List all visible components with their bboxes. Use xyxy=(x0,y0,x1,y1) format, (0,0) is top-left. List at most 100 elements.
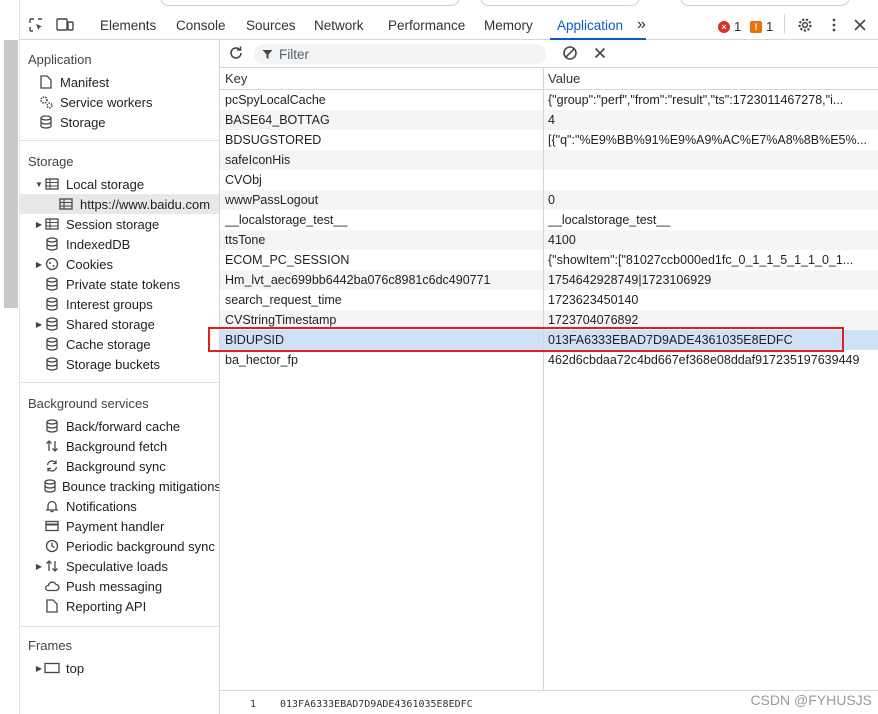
browser-tab-edge xyxy=(160,0,460,6)
sidebar-item-label: Storage buckets xyxy=(66,356,160,372)
file-icon xyxy=(44,598,60,614)
tab-elements[interactable]: Elements xyxy=(100,18,156,33)
database-icon xyxy=(44,478,56,494)
sidebar-item-interest-groups[interactable]: Interest groups xyxy=(20,294,219,314)
sidebar-item-back-forward-cache[interactable]: Back/forward cache xyxy=(20,416,219,436)
column-header-value[interactable]: Value xyxy=(548,71,580,86)
section-title-background-services: Background services xyxy=(28,396,149,411)
expand-arrow-icon[interactable]: ▶ xyxy=(34,562,44,571)
sidebar-item-label: https://www.baidu.com xyxy=(80,196,211,212)
cell-key: BDSUGSTORED xyxy=(225,133,322,147)
table-row[interactable]: ba_hector_fp 462d6cbdaa72c4bd667ef368e08d… xyxy=(220,350,878,370)
settings-gear-icon[interactable] xyxy=(797,17,813,33)
database-icon xyxy=(44,276,60,292)
sidebar-item-label: IndexedDB xyxy=(66,236,131,252)
more-tabs-chevron-icon[interactable]: » xyxy=(637,16,646,34)
sidebar-item-label: Storage xyxy=(60,114,106,130)
sidebar-item-service-workers[interactable]: Service workers xyxy=(20,92,219,112)
sidebar-item-frame-top[interactable]: ▶ top xyxy=(20,658,219,678)
table-row[interactable]: ttsTone 4100 xyxy=(220,230,878,250)
tab-performance[interactable]: Performance xyxy=(388,18,465,33)
clear-all-icon[interactable] xyxy=(562,45,578,64)
devtools-tabbar: Elements Console Sources Network Perform… xyxy=(20,0,878,40)
sidebar-item-background-fetch[interactable]: Background fetch xyxy=(20,436,219,456)
table-row[interactable]: __localstorage_test__ __localstorage_test… xyxy=(220,210,878,230)
table-row[interactable]: search_request_time 1723623450140 xyxy=(220,290,878,310)
sidebar-item-push-messaging[interactable]: Push messaging xyxy=(20,576,219,596)
sidebar-item-reporting-api[interactable]: Reporting API xyxy=(20,596,219,616)
sidebar-item-periodic-background-sync[interactable]: Periodic background sync xyxy=(20,536,219,556)
database-icon xyxy=(44,418,60,434)
cell-key: Hm_lvt_aec699bb6442ba076c8981c6dc490771 xyxy=(225,273,491,287)
filter-placeholder: Filter xyxy=(279,46,309,62)
sidebar-item-label: Bounce tracking mitigations xyxy=(62,478,220,494)
sidebar-item-label: Cookies xyxy=(66,256,113,272)
sidebar-item-cache-storage[interactable]: Cache storage xyxy=(20,334,219,354)
sidebar-item-label: top xyxy=(66,660,85,676)
sidebar-item-speculative-loads[interactable]: ▶ Speculative loads xyxy=(20,556,219,576)
tab-application[interactable]: Application xyxy=(557,18,623,33)
sidebar-item-private-state-tokens[interactable]: Private state tokens xyxy=(20,274,219,294)
warning-icon: ! xyxy=(750,20,762,33)
sidebar-item-cookies[interactable]: ▶ Cookies xyxy=(20,254,219,274)
warnings-counter[interactable]: ! 1 xyxy=(750,19,773,34)
sidebar-item-storage-buckets[interactable]: Storage buckets xyxy=(20,354,219,374)
column-divider[interactable] xyxy=(543,68,544,690)
database-icon xyxy=(44,236,60,252)
sidebar-item-label: Speculative loads xyxy=(66,558,168,574)
device-toolbar-icon[interactable] xyxy=(56,17,74,33)
sidebar-item-shared-storage[interactable]: ▶ Shared storage xyxy=(20,314,219,334)
inspect-element-icon[interactable] xyxy=(28,17,44,33)
refresh-icon[interactable] xyxy=(228,45,244,64)
table-row[interactable]: Hm_lvt_aec699bb6442ba076c8981c6dc490771 1… xyxy=(220,270,878,290)
table-row[interactable]: safeIconHis xyxy=(220,150,878,170)
cell-value: __localstorage_test__ xyxy=(548,213,671,227)
sidebar-item-local-storage[interactable]: ▼ Local storage xyxy=(20,174,219,194)
section-divider xyxy=(20,140,219,141)
sidebar-item-label: Session storage xyxy=(66,216,160,232)
sidebar-item-indexeddb[interactable]: IndexedDB xyxy=(20,234,219,254)
sidebar-item-notifications[interactable]: Notifications xyxy=(20,496,219,516)
cell-key: CVStringTimestamp xyxy=(225,313,337,327)
table-row[interactable]: ECOM_PC_SESSION {"showItem":["81027ccb000… xyxy=(220,250,878,270)
column-header-key[interactable]: Key xyxy=(225,71,247,86)
cookie-icon xyxy=(44,256,60,272)
expand-arrow-icon[interactable]: ▼ xyxy=(34,180,44,189)
more-options-kebab-icon[interactable] xyxy=(826,17,842,33)
cloud-icon xyxy=(44,578,60,594)
database-icon xyxy=(38,114,54,130)
sidebar-item-background-sync[interactable]: Background sync xyxy=(20,456,219,476)
filter-input[interactable]: Filter xyxy=(254,44,546,64)
sidebar-item-storage[interactable]: Storage xyxy=(20,112,219,132)
application-sidebar: Application Manifest Service workers Sto… xyxy=(20,40,220,714)
bell-icon xyxy=(44,498,60,514)
sidebar-item-session-storage[interactable]: ▶ Session storage xyxy=(20,214,219,234)
tab-memory[interactable]: Memory xyxy=(484,18,533,33)
sidebar-item-payment-handler[interactable]: Payment handler xyxy=(20,516,219,536)
tab-network[interactable]: Network xyxy=(314,18,364,33)
expand-arrow-icon[interactable]: ▶ xyxy=(34,220,44,229)
sidebar-item-bounce-tracking[interactable]: Bounce tracking mitigations xyxy=(20,476,220,496)
section-title-application: Application xyxy=(28,52,92,67)
expand-arrow-icon[interactable]: ▶ xyxy=(34,260,44,269)
errors-counter[interactable]: × 1 xyxy=(718,19,741,34)
delete-selected-icon[interactable] xyxy=(593,46,607,63)
sidebar-item-label: Service workers xyxy=(60,94,153,110)
tab-sources[interactable]: Sources xyxy=(246,18,296,33)
browser-tab-edge xyxy=(680,0,850,6)
expand-arrow-icon[interactable]: ▶ xyxy=(34,664,44,673)
table-row[interactable]: pcSpyLocalCache {"group":"perf","from":"r… xyxy=(220,90,878,110)
tab-console[interactable]: Console xyxy=(176,18,226,33)
table-row[interactable]: CVObj xyxy=(220,170,878,190)
expand-arrow-icon[interactable]: ▶ xyxy=(34,320,44,329)
table-row[interactable]: BASE64_BOTTAG 4 xyxy=(220,110,878,130)
close-devtools-icon[interactable] xyxy=(852,17,868,33)
sidebar-item-label: Interest groups xyxy=(66,296,153,312)
cell-value: {"showItem":["81027ccb000ed1fc_0_1_1_5_1… xyxy=(548,253,854,267)
table-row[interactable]: wwwPassLogout 0 xyxy=(220,190,878,210)
sidebar-item-label: Background fetch xyxy=(66,438,168,454)
browser-tab-edge xyxy=(480,0,640,6)
table-row[interactable]: BDSUGSTORED [{"q":"%E9%BB%91%E9%A9%AC%E7%… xyxy=(220,130,878,150)
sidebar-item-local-storage-origin[interactable]: https://www.baidu.com xyxy=(20,194,219,214)
sidebar-item-manifest[interactable]: Manifest xyxy=(20,72,219,92)
